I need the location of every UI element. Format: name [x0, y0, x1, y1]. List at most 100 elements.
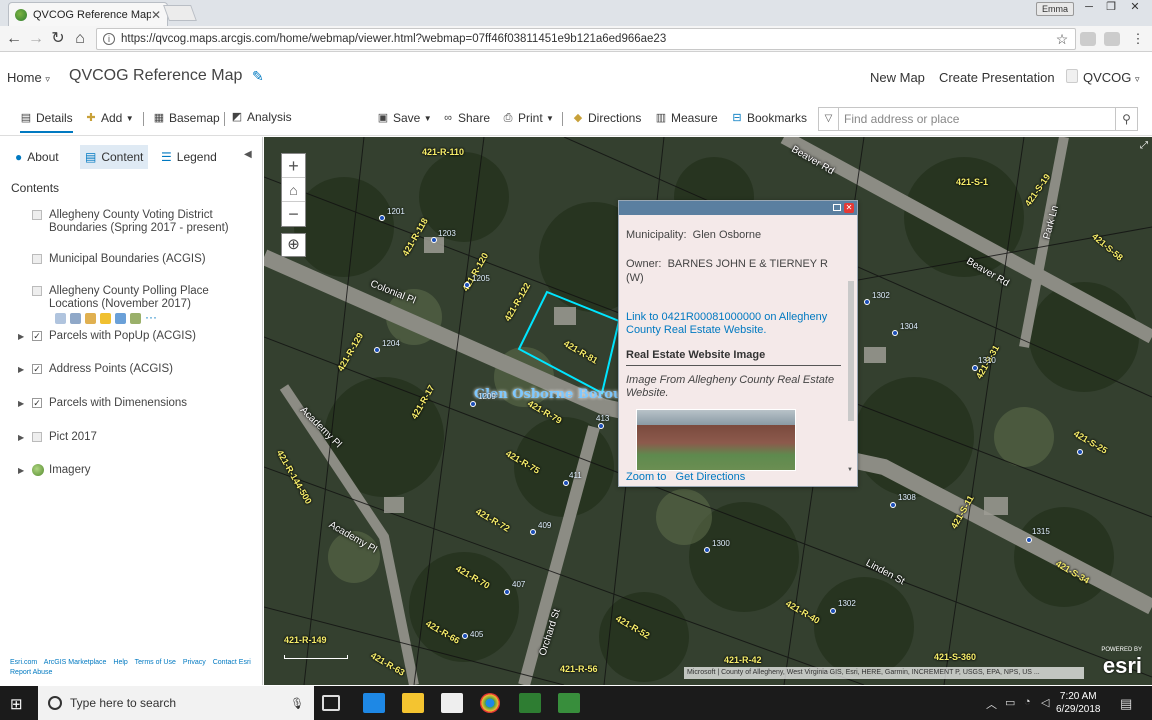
layer-checkbox[interactable]: ✓ — [32, 364, 42, 374]
footer-link[interactable]: Privacy — [183, 659, 206, 666]
address-point[interactable] — [830, 608, 836, 614]
minimize-icon[interactable]: ─ — [1078, 0, 1100, 16]
directions-button[interactable]: ◆ Directions — [572, 111, 642, 125]
battery-icon[interactable]: ▭ — [1005, 696, 1015, 709]
details-button[interactable]: ▤ Details — [20, 111, 73, 133]
expand-icon[interactable]: ▶ — [18, 431, 24, 444]
tab-legend[interactable]: ☰ Legend — [156, 145, 222, 169]
new-map-link[interactable]: New Map — [870, 70, 925, 85]
maximize-icon[interactable]: ❐ — [1100, 0, 1122, 16]
address-point[interactable] — [462, 633, 468, 639]
address-point[interactable] — [374, 347, 380, 353]
get-directions-link[interactable]: Get Directions — [676, 471, 746, 483]
address-point[interactable] — [1077, 449, 1083, 455]
table-icon[interactable] — [55, 312, 66, 324]
analysis-icon[interactable] — [115, 312, 126, 324]
address-point[interactable] — [530, 529, 536, 535]
property-image[interactable] — [636, 409, 796, 471]
popup-scrollbar[interactable]: ▼ — [847, 217, 855, 473]
layer-checkbox[interactable]: ✓ — [32, 398, 42, 408]
measure-button[interactable]: ▥ Measure — [655, 111, 718, 125]
profile-chip[interactable]: Emma — [1036, 2, 1075, 16]
zoom-out-button[interactable]: − — [282, 202, 305, 226]
more-options-icon[interactable]: ··· — [145, 311, 157, 324]
clock[interactable]: 7:20 AM 6/29/2018 — [1056, 690, 1101, 716]
layer-checkbox[interactable] — [32, 210, 42, 220]
address-point[interactable] — [464, 282, 470, 288]
footer-link[interactable]: Contact Esri — [213, 659, 251, 666]
close-icon[interactable]: ✕ — [844, 203, 854, 213]
expand-icon[interactable]: ▶ — [18, 330, 24, 343]
browser-tab[interactable]: QVCOG Reference Map ✕ — [8, 2, 168, 26]
pencil-icon[interactable]: ✎ — [252, 68, 264, 85]
footer-link[interactable]: Help — [113, 659, 127, 666]
expand-icon[interactable]: ▶ — [18, 397, 24, 410]
recorder-icon[interactable] — [558, 693, 580, 713]
close-tab-icon[interactable]: ✕ — [151, 8, 161, 22]
add-button[interactable]: ✚ Add ▼ — [85, 111, 133, 125]
scrollbar-thumb[interactable] — [848, 281, 854, 421]
notifications-icon[interactable]: ▤ — [1120, 696, 1132, 712]
back-icon[interactable]: ← — [4, 29, 24, 49]
menu-icon[interactable]: ⋮ — [1128, 29, 1148, 49]
search-source-dropdown[interactable]: ▽ — [819, 108, 839, 130]
scroll-down-icon[interactable]: ▼ — [847, 467, 853, 473]
forward-icon[interactable]: → — [26, 29, 46, 49]
store-icon[interactable] — [441, 693, 463, 713]
home-icon[interactable]: ⌂ — [70, 29, 90, 49]
info-icon[interactable]: i — [103, 33, 115, 45]
collapse-panel-icon[interactable]: ◀ — [244, 149, 252, 160]
address-point[interactable] — [704, 547, 710, 553]
layer-checkbox[interactable] — [32, 254, 42, 264]
analysis-button[interactable]: ◩ Analysis — [231, 110, 292, 124]
extension-icon[interactable] — [1080, 32, 1096, 46]
address-point[interactable] — [431, 237, 437, 243]
attribute-table-icon[interactable] — [70, 312, 81, 324]
print-button[interactable]: ⎙ Print ▼ — [502, 111, 554, 125]
style-icon[interactable] — [85, 312, 96, 324]
address-point[interactable] — [892, 330, 898, 336]
edge-icon[interactable] — [363, 693, 385, 713]
address-point[interactable] — [972, 365, 978, 371]
layer-checkbox[interactable]: ✓ — [32, 331, 42, 341]
create-presentation-link[interactable]: Create Presentation — [939, 70, 1055, 85]
network-icon[interactable]: ◔ — [1024, 696, 1031, 708]
address-point[interactable] — [470, 401, 476, 407]
popup-icon[interactable] — [130, 312, 141, 324]
org-menu[interactable]: QVCOG ▿ — [1083, 70, 1140, 85]
task-view-icon[interactable] — [322, 695, 340, 711]
taskbar-search-input[interactable]: Type here to search — [70, 696, 290, 710]
taskbar-search[interactable]: Type here to search 🎙 — [38, 686, 314, 720]
map-search[interactable]: ▽ Find address or place ⚲ — [818, 107, 1138, 131]
window-close-icon[interactable]: ✕ — [1124, 0, 1146, 16]
address-point[interactable] — [563, 480, 569, 486]
tab-content[interactable]: ▤ Content — [80, 145, 149, 169]
maximize-icon[interactable] — [833, 204, 841, 211]
real-estate-link[interactable]: Link to 0421R00081000000 on Allegheny Co… — [626, 311, 841, 337]
layer-checkbox[interactable] — [32, 286, 42, 296]
zoom-to-link[interactable]: Zoom to — [626, 471, 666, 483]
share-button[interactable]: ∞ Share — [442, 111, 490, 125]
windows-start-icon[interactable]: ⊞ — [10, 695, 23, 713]
address-point[interactable] — [379, 215, 385, 221]
default-extent-button[interactable]: ⌂ — [282, 178, 305, 202]
layer-checkbox[interactable] — [32, 432, 42, 442]
expand-icon[interactable]: ▶ — [18, 363, 24, 376]
footer-link[interactable]: Esri.com — [10, 659, 37, 666]
address-point[interactable] — [890, 502, 896, 508]
search-icon[interactable]: ⚲ — [1115, 108, 1137, 130]
tray-chevron-icon[interactable]: ︿ — [986, 696, 997, 712]
url-bar[interactable]: i https://qvcog.maps.arcgis.com/home/web… — [96, 28, 1076, 50]
reload-icon[interactable]: ↻ — [48, 29, 68, 49]
footer-link[interactable]: ArcGIS Marketplace — [44, 659, 107, 666]
chrome-icon[interactable] — [480, 693, 500, 713]
zoom-in-button[interactable]: + — [282, 154, 305, 178]
file-explorer-icon[interactable] — [402, 693, 424, 713]
locate-button[interactable]: ⊕ — [281, 233, 306, 257]
home-menu[interactable]: Home ▿ — [7, 70, 50, 85]
expand-icon[interactable]: ▶ — [18, 464, 24, 477]
bookmark-star-icon[interactable]: ☆ — [1052, 29, 1072, 49]
basemap-button[interactable]: ▦ Basemap — [153, 111, 220, 125]
fullscreen-icon[interactable]: ⤢ — [1140, 140, 1148, 151]
filter-icon[interactable] — [100, 312, 111, 324]
